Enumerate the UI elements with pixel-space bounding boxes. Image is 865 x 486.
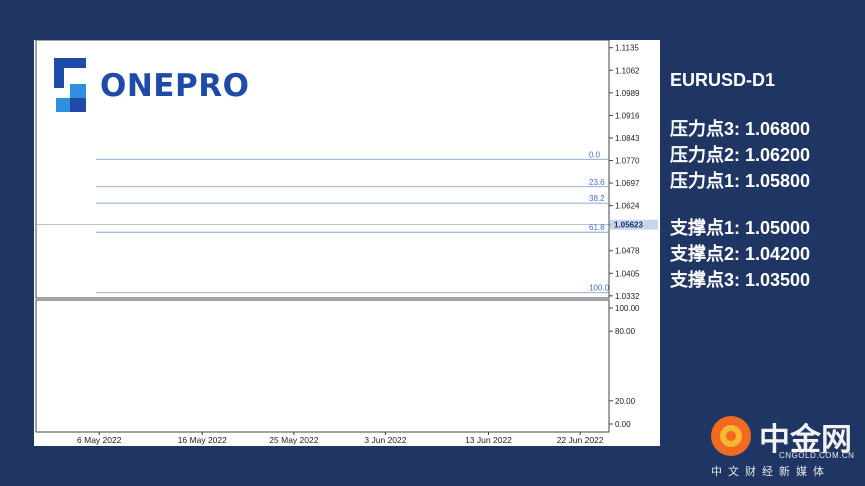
support-2: 支撑点2: 1.04200 (670, 244, 811, 264)
price-tick-label: 1.0405 (615, 269, 640, 278)
date-label: 6 May 2022 (77, 435, 122, 445)
fib-label: 0.0 (589, 150, 601, 159)
cngold-logo-icon (711, 416, 751, 456)
price-tick-label: 1.0916 (615, 111, 640, 120)
levels-panel: EURUSD-D1 压力点3: 1.06800 压力点2: 1.06200 压力… (670, 70, 860, 293)
osc-tick-label: 20.00 (615, 397, 636, 406)
oscillator-frame (35, 299, 610, 433)
osc-tick-label: 100.00 (615, 304, 640, 313)
price-tick-label: 1.0770 (615, 157, 640, 166)
osc-tick-label: 0.00 (615, 420, 631, 429)
price-tick-label: 1.0624 (615, 202, 640, 211)
date-label: 16 May 2022 (178, 435, 227, 445)
logo-text: ONEPRO (100, 68, 250, 104)
current-price-label: 1.05623 (614, 221, 643, 230)
resistance-2: 压力点2: 1.06200 (670, 145, 811, 165)
price-tick-label: 1.0697 (615, 179, 640, 188)
resistance-1: 压力点1: 1.05800 (670, 171, 811, 191)
date-label: 13 Jun 2022 (465, 435, 512, 445)
watermark-subtitle: 中文财经新媒体 (711, 466, 830, 478)
price-tick-label: 1.0332 (615, 292, 640, 301)
cngold-watermark: 中金网 CNGOLD.COM.CN 中文财经新媒体 (707, 412, 857, 482)
fib-label: 100.0 (589, 284, 610, 293)
date-label: 25 May 2022 (269, 435, 318, 445)
chart-panel: 1.1135 1.1062 1.0989 1.0916 1.0843 1.0770 1.06… (34, 40, 660, 446)
price-tick-label: 1.1135 (615, 44, 639, 53)
onepro-logo: ONEPRO (48, 56, 249, 116)
price-tick-label: 1.1062 (615, 66, 640, 75)
support-3: 支撑点3: 1.03500 (670, 270, 811, 290)
date-label: 3 Jun 2022 (364, 435, 406, 445)
date-label: 22 Jun 2022 (557, 435, 604, 445)
price-tick-label: 1.0843 (615, 134, 640, 143)
osc-tick-label: 80.00 (615, 327, 636, 336)
fib-label: 38.2 (589, 194, 605, 203)
watermark-url: CNGOLD.COM.CN (779, 451, 855, 460)
symbol-title: EURUSD-D1 (670, 70, 776, 90)
fib-label: 23.6 (589, 178, 605, 187)
support-1: 支撑点1: 1.05000 (670, 218, 811, 238)
onepro-logo-icon (54, 58, 86, 112)
price-tick-label: 1.0989 (615, 89, 640, 98)
fib-label: 61.8 (589, 223, 605, 232)
resistance-3: 压力点3: 1.06800 (670, 119, 811, 139)
price-tick-label: 1.0478 (615, 247, 640, 256)
